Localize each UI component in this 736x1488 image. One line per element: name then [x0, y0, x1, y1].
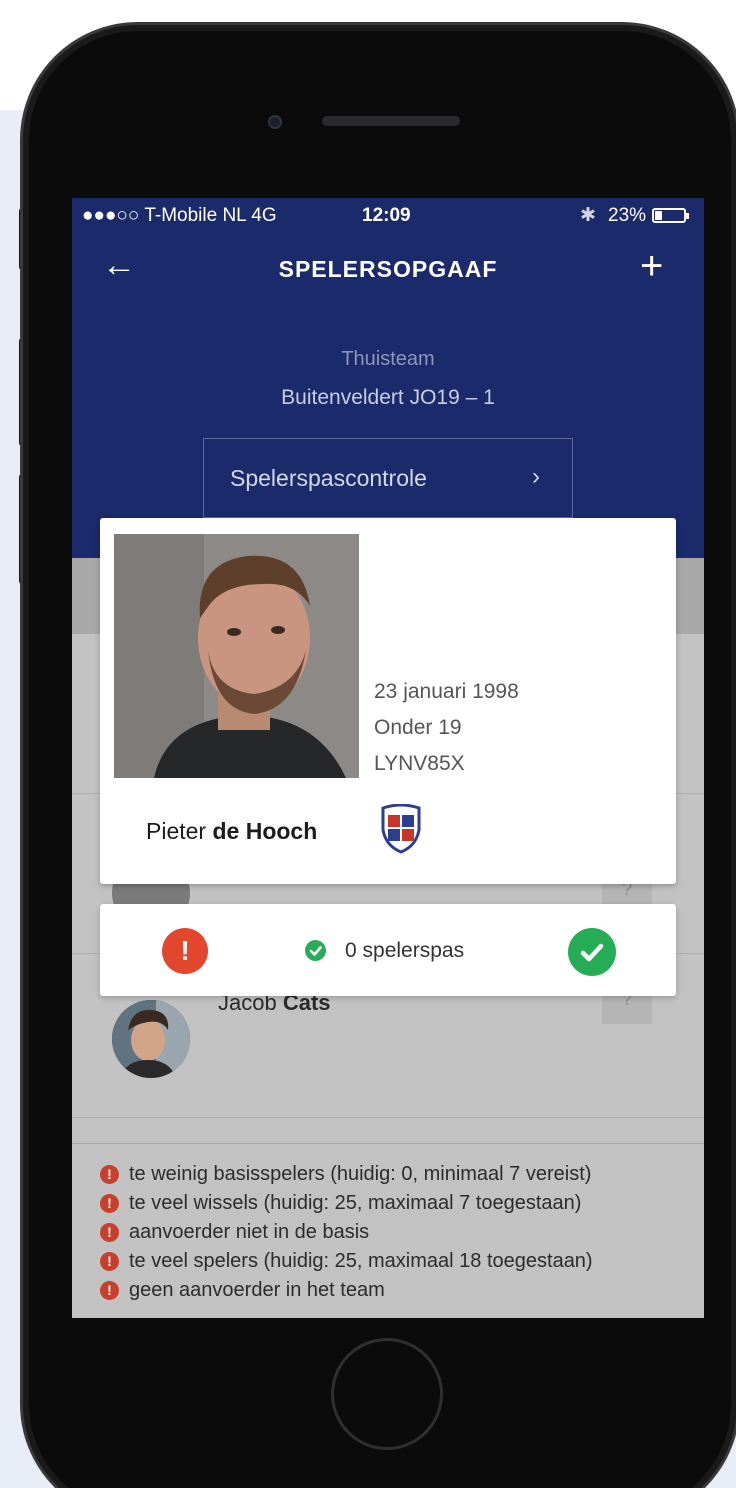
team-label: Thuisteam [341, 348, 435, 370]
error-item: ! geen aanvoerder in het team [72, 1276, 704, 1305]
player-card[interactable]: 23 januari 1998 Onder 19 LYNV85X Pieter … [100, 518, 676, 884]
battery-icon [652, 208, 689, 223]
player-code: LYNV85X [374, 752, 465, 775]
age-category: Onder 19 [374, 716, 462, 739]
camera [268, 115, 282, 129]
error-icon: ! [100, 1252, 119, 1271]
bluetooth-icon: ✱ [580, 205, 596, 226]
pass-check-label: Spelerspascontrole [230, 465, 427, 491]
club-logo [380, 803, 422, 854]
nav-bar: ← SPELERSOPGAAF + [72, 234, 704, 304]
error-icon: ! [100, 1194, 119, 1213]
player-photo [114, 534, 359, 778]
date-of-birth: 23 januari 1998 [374, 680, 519, 703]
pass-status-bar: ! 0 spelerspas [100, 904, 676, 996]
check-icon [305, 940, 326, 961]
validation-errors: ! te weinig basisspelers (huidig: 0, mini… [72, 1143, 704, 1318]
speaker [322, 116, 460, 126]
error-icon: ! [100, 1223, 119, 1242]
clock: 12:09 [362, 205, 411, 226]
home-button[interactable] [331, 1338, 443, 1450]
confirm-check-icon[interactable] [568, 928, 616, 976]
team-name: Buitenveldert JO19 – 1 [281, 386, 495, 409]
warning-icon[interactable]: ! [162, 928, 208, 974]
chevron-right-icon: › [532, 463, 540, 490]
error-item: ! aanvoerder niet in de basis [72, 1218, 704, 1247]
error-item: ! te veel wissels (huidig: 25, maximaal 7… [72, 1189, 704, 1218]
error-icon: ! [100, 1165, 119, 1184]
error-item: ! te veel spelers (huidig: 25, maximaal 1… [72, 1247, 704, 1276]
error-item: ! te weinig basisspelers (huidig: 0, mini… [72, 1160, 704, 1189]
status-bar: ●●●○○ T-Mobile NL 4G 12:09 ✱ 23% [72, 198, 704, 234]
add-icon[interactable]: + [640, 246, 663, 286]
pass-check-button[interactable]: Spelerspascontrole › [203, 438, 573, 518]
battery-percent: 23% [608, 205, 647, 226]
pass-count-label: 0 spelerspas [345, 939, 465, 962]
error-icon: ! [100, 1281, 119, 1300]
page-title: SPELERSOPGAAF [278, 256, 498, 282]
player-name: Pieter de Hooch [146, 818, 318, 844]
avatar [112, 1000, 190, 1078]
carrier-label: ●●●○○ T-Mobile NL 4G [82, 205, 277, 226]
